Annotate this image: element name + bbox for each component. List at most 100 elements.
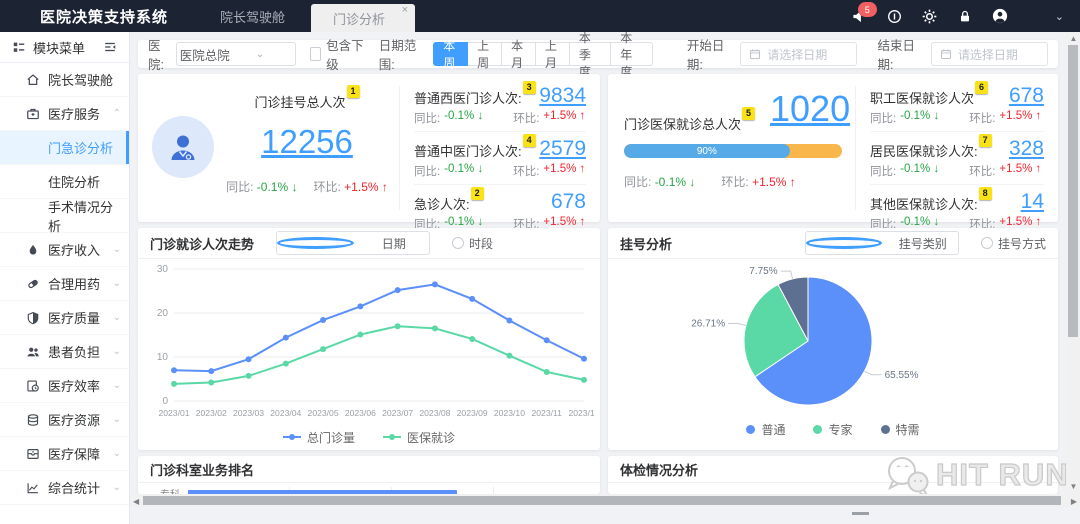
lock-icon[interactable] (957, 8, 973, 24)
include-sub-checkbox[interactable] (310, 47, 321, 61)
svg-text:0: 0 (162, 396, 168, 407)
horizontal-scrollbar[interactable]: ◀ ▶ (130, 494, 1080, 507)
vertical-scrollbar[interactable]: ▲ ▼ (1066, 32, 1080, 494)
sidebar-item-medical-efficiency[interactable]: 医疗效率 ⌄ (0, 369, 129, 403)
registration-total-stat: 门诊挂号总人次1 12256 同比: -0.1% ↓ 环比: +1.5% ↑ (218, 92, 396, 195)
radio-registration-method[interactable]: 挂号方式 (981, 235, 1046, 252)
sidebar-item-medical-resources[interactable]: 医疗资源 ⌄ (0, 403, 129, 437)
calendar-icon (749, 48, 761, 60)
vertical-scrollbar-thumb[interactable] (1068, 45, 1078, 337)
legend-item[interactable]: 总门诊量 (283, 429, 355, 446)
sidebar-item-patient-burden[interactable]: 患者负担 ⌄ (0, 335, 129, 369)
svg-text:2023/08: 2023/08 (419, 408, 450, 418)
ratio-row: 同比: -0.1% ↓ 环比: +1.5% ↑ (218, 178, 396, 195)
range-last-week-button[interactable]: 上周 (467, 42, 502, 66)
start-date-placeholder: 请选择日期 (767, 46, 827, 63)
sidebar-item-medical-revenue[interactable]: 医疗收入 ⌄ (0, 233, 129, 267)
stat-badge: 6 (975, 81, 988, 94)
stat-row-west-medicine: 普通西医门诊人次:3 9834 同比:-0.1% ↓环比:+1.5% ↑ (414, 79, 586, 132)
module-menu-icon (12, 40, 26, 54)
chinese-medicine-value[interactable]: 2579 (539, 138, 586, 159)
sidebar-item-medical-insurance[interactable]: 医疗保障 ⌄ (0, 437, 129, 471)
notification-badge: 5 (858, 2, 877, 17)
sidebar-item-surgery-analysis[interactable]: 手术情况分析 (0, 199, 129, 233)
legend-item[interactable]: 医保就诊 (383, 429, 455, 446)
legend-item[interactable]: 普通 (746, 421, 785, 438)
user-avatar[interactable] (992, 8, 1008, 24)
svg-text:2023/06: 2023/06 (345, 408, 376, 418)
chevron-down-icon: ⌄ (232, 49, 287, 60)
svg-text:26.71%: 26.71% (691, 319, 725, 330)
trend-panel-title: 门诊就诊人次走势 (150, 234, 254, 253)
sidebar-item-label: 住院分析 (48, 172, 100, 191)
legend-item[interactable]: 特需 (881, 421, 920, 438)
info-icon[interactable] (887, 8, 903, 24)
chevron-down-icon[interactable]: ⌄ (1055, 10, 1064, 23)
resident-insurance-value[interactable]: 328 (1009, 138, 1044, 159)
outpatient-mini-stats: 普通西医门诊人次:3 9834 同比:-0.1% ↓环比:+1.5% ↑ 普通中… (400, 76, 600, 220)
sidebar-item-label: 手术情况分析 (48, 197, 121, 235)
hospital-select-value: 医院总院 (177, 45, 232, 64)
collapse-sidebar-icon[interactable] (103, 40, 117, 54)
tab-outpatient-analysis[interactable]: 门诊分析 × (311, 4, 415, 32)
stat-row-chinese-medicine: 普通中医门诊人次:4 2579 同比:-0.1% ↓环比:+1.5% ↑ (414, 132, 586, 185)
start-date-input[interactable]: 请选择日期 (740, 42, 857, 66)
svg-text:2023/11: 2023/11 (532, 408, 563, 418)
physical-exam-panel: 体检情况分析 (608, 456, 1058, 494)
tab-close-icon[interactable]: × (402, 4, 408, 16)
sidebar-item-medical-quality[interactable]: 医疗质量 ⌄ (0, 301, 129, 335)
chevron-up-icon: ⌃ (113, 108, 121, 119)
include-sub-label: 包含下级 (326, 35, 365, 73)
sidebar-item-outpatient-emergency-analysis[interactable]: 门急诊分析 (0, 131, 129, 165)
scroll-left-arrow-icon[interactable]: ◀ (133, 497, 139, 507)
sidebar: 模块菜单 院长驾驶舱 医疗服务 ⌃ 门急诊分析 住院分析 手术情况分析 (0, 32, 130, 524)
range-this-week-button[interactable]: 本周 (433, 42, 468, 66)
range-last-month-button[interactable]: 上月 (535, 42, 570, 66)
scroll-right-arrow-icon[interactable]: ▶ (1071, 497, 1077, 507)
west-medicine-value[interactable]: 9834 (539, 85, 586, 106)
insurance-total-value[interactable]: 1020 (770, 88, 850, 130)
sidebar-item-cockpit[interactable]: 院长驾驶舱 (0, 63, 129, 97)
range-this-year-button[interactable]: 本年度 (610, 42, 652, 66)
insurance-stats-card: 门诊医保就诊总人次5 1020 90% 同比: -0.1% ↓ 环比: +1.5… (608, 74, 1058, 222)
sidebar-item-label: 医疗服务 (48, 104, 100, 123)
chevron-down-icon: ⌄ (113, 380, 121, 391)
chevron-down-icon: ⌄ (113, 312, 121, 323)
range-this-month-button[interactable]: 本月 (501, 42, 536, 66)
end-date-input[interactable]: 请选择日期 (931, 42, 1048, 66)
other-insurance-value[interactable]: 14 (1021, 191, 1044, 212)
tab-cockpit[interactable]: 院长驾驶舱 (220, 7, 285, 26)
announcement-icon[interactable]: 5 (852, 8, 868, 24)
employee-insurance-value[interactable]: 678 (1009, 85, 1044, 106)
chevron-down-icon: ⌄ (113, 448, 121, 459)
registration-panel-title: 挂号分析 (620, 234, 672, 253)
range-this-quarter-button[interactable]: 本季度 (569, 42, 611, 66)
sidebar-item-comprehensive-statistics[interactable]: 综合统计 ⌄ (0, 471, 129, 505)
settings-gear-icon[interactable] (922, 8, 938, 24)
resize-handle[interactable] (852, 512, 869, 515)
end-date-label: 结束日期: (878, 35, 919, 73)
registration-total-value[interactable]: 12256 (218, 123, 396, 161)
stat-badge: 7 (979, 134, 992, 147)
sidebar-item-label: 医疗效率 (48, 376, 100, 395)
radio-by-timeslot[interactable]: 时段 (452, 235, 493, 252)
svg-text:7.75%: 7.75% (749, 266, 777, 277)
sidebar-item-rational-drug-use[interactable]: 合理用药 ⌄ (0, 267, 129, 301)
scroll-down-arrow-icon[interactable]: ▼ (1070, 482, 1078, 492)
sidebar-item-label: 综合统计 (48, 478, 100, 497)
chevron-down-icon: ⌄ (113, 278, 121, 289)
radio-by-date[interactable]: 日期 (276, 231, 430, 255)
sidebar-item-medical-service[interactable]: 医疗服务 ⌃ (0, 97, 129, 131)
radio-registration-category[interactable]: 挂号类别 (805, 231, 959, 255)
legend-item[interactable]: 专家 (813, 421, 852, 438)
hospital-select[interactable]: 医院总院 ⌄ (176, 42, 296, 66)
sidebar-item-label: 门急诊分析 (48, 138, 113, 157)
statistics-icon (26, 481, 40, 495)
horizontal-scrollbar-thumb[interactable] (143, 496, 1061, 505)
yoy-value: -0.1% ↓ (257, 180, 298, 194)
sidebar-item-inpatient-analysis[interactable]: 住院分析 (0, 165, 129, 199)
progress-fill: 90% (624, 144, 790, 158)
scroll-up-arrow-icon[interactable]: ▲ (1070, 34, 1078, 44)
trend-panel: 门诊就诊人次走势 日期 时段 01020302023/012023/022023… (138, 228, 600, 450)
sidebar-item-label: 患者负担 (48, 342, 100, 361)
